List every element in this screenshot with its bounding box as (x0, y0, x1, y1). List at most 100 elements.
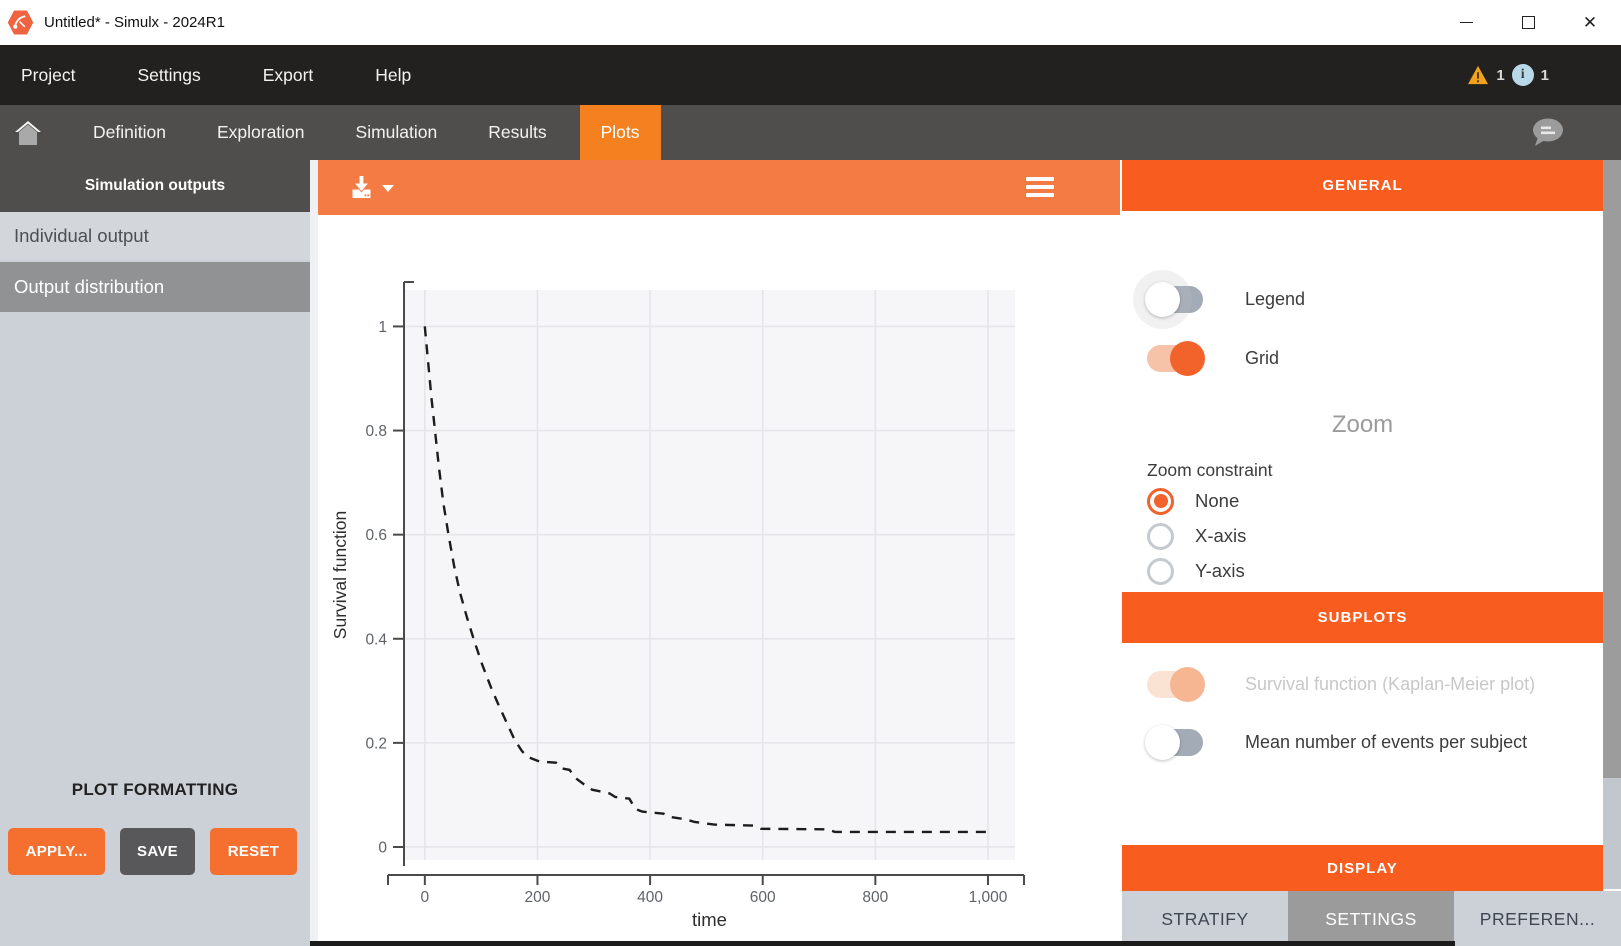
legend-toggle[interactable] (1147, 286, 1203, 313)
notification-badges: 1 i 1 (1467, 45, 1549, 105)
mean-events-toggle[interactable] (1147, 729, 1203, 756)
menu-export[interactable]: Export (263, 65, 314, 86)
grid-toggle-label: Grid (1245, 348, 1279, 369)
legend-toggle-row: Legend (1147, 286, 1305, 313)
tab-results[interactable]: Results (467, 105, 567, 160)
mean-events-toggle-label: Mean number of events per subject (1245, 732, 1527, 753)
plot-panel: 0 0.2 0.4 0.6 0.8 1 0 200 400 600 800 1,000 time Surv… (318, 160, 1120, 946)
svg-text:time: time (692, 909, 727, 930)
radio-none-label: None (1195, 490, 1239, 512)
menu-settings[interactable]: Settings (137, 65, 200, 86)
kaplan-meier-toggle-knob (1170, 667, 1205, 702)
zoom-constraint-option-none[interactable]: None (1147, 487, 1239, 515)
maximize-button[interactable] (1497, 0, 1559, 45)
svg-text:800: 800 (862, 889, 888, 906)
close-button[interactable]: ✕ (1559, 0, 1621, 45)
svg-text:600: 600 (750, 889, 776, 906)
simulx-window: Untitled* - Simulx - 2024R1 ✕ Project Se… (0, 0, 1621, 946)
settings-panel: GENERAL Legend Grid Zoom Zoom constraint… (1122, 160, 1621, 946)
radio-selected-icon[interactable] (1147, 488, 1174, 515)
minimize-button[interactable] (1435, 0, 1497, 45)
chart-area: 0 0.2 0.4 0.6 0.8 1 0 200 400 600 800 1,000 time Surv… (318, 215, 1120, 946)
svg-text:Survival function: Survival function (330, 511, 350, 639)
zoom-constraint-option-y-axis[interactable]: Y-axis (1147, 557, 1245, 585)
legend-toggle-knob (1145, 282, 1180, 317)
window-bottom-edge (310, 941, 1455, 946)
main-content: Simulation outputs Individual output Out… (0, 160, 1621, 946)
window-title: Untitled* - Simulx - 2024R1 (44, 14, 225, 31)
general-section-header[interactable]: GENERAL (1122, 160, 1603, 211)
info-icon[interactable]: i (1512, 64, 1534, 86)
radio-unselected-icon[interactable] (1147, 558, 1174, 585)
mean-events-toggle-row: Mean number of events per subject (1147, 729, 1527, 756)
save-button[interactable]: SAVE (120, 828, 195, 875)
legend-toggle-label: Legend (1245, 289, 1305, 310)
title-bar: Untitled* - Simulx - 2024R1 ✕ (0, 0, 1621, 45)
mean-events-toggle-knob (1145, 725, 1180, 760)
svg-text:1: 1 (378, 319, 387, 336)
radio-y-axis-label: Y-axis (1195, 560, 1245, 582)
zoom-section-title: Zoom (1122, 411, 1603, 439)
tab-definition[interactable]: Definition (72, 105, 187, 160)
menu-bar: Project Settings Export Help 1 i 1 (0, 45, 1621, 105)
close-icon: ✕ (1583, 14, 1597, 31)
svg-text:0.6: 0.6 (365, 527, 387, 544)
subplots-section-header[interactable]: SUBPLOTS (1122, 592, 1603, 643)
sidebar-item-individual-output[interactable]: Individual output (0, 212, 310, 260)
survival-chart[interactable]: 0 0.2 0.4 0.6 0.8 1 0 200 400 600 800 1,000 time Surv… (318, 215, 1120, 946)
zoom-constraint-option-x-axis[interactable]: X-axis (1147, 522, 1246, 550)
svg-text:0: 0 (421, 889, 430, 906)
svg-text:400: 400 (637, 889, 663, 906)
home-icon (14, 120, 42, 146)
info-count: 1 (1541, 67, 1549, 84)
sidebar-header: Simulation outputs (0, 160, 310, 212)
warning-count: 1 (1496, 67, 1504, 84)
sidebar-item-output-distribution[interactable]: Output distribution (0, 262, 310, 312)
svg-text:1,000: 1,000 (969, 889, 1008, 906)
apply-button[interactable]: APPLY... (8, 828, 105, 875)
radio-unselected-icon[interactable] (1147, 523, 1174, 550)
zoom-constraint-label: Zoom constraint (1147, 460, 1272, 481)
kaplan-meier-toggle (1147, 671, 1203, 698)
plot-menu-button[interactable] (1026, 174, 1054, 200)
tab-exploration[interactable]: Exploration (196, 105, 326, 160)
panel-scrollbar[interactable] (1603, 160, 1621, 889)
panel-scrollbar-thumb[interactable] (1603, 160, 1621, 778)
svg-text:200: 200 (525, 889, 551, 906)
minimize-icon (1460, 22, 1473, 23)
menu-project[interactable]: Project (21, 65, 75, 86)
kaplan-meier-toggle-label: Survival function (Kaplan-Meier plot) (1245, 674, 1535, 695)
tab-simulation[interactable]: Simulation (335, 105, 459, 160)
home-button[interactable] (13, 105, 43, 160)
tab-plots[interactable]: Plots (580, 105, 661, 160)
warning-icon[interactable] (1467, 65, 1489, 85)
reset-button[interactable]: RESET (210, 828, 297, 875)
plot-formatting-buttons: APPLY... SAVE RESET (8, 828, 297, 875)
grid-toggle[interactable] (1147, 345, 1203, 372)
display-section-header[interactable]: DISPLAY (1122, 845, 1603, 891)
chevron-down-icon (382, 185, 394, 192)
tab-preferences[interactable]: PREFEREN... (1454, 891, 1621, 946)
grid-toggle-row: Grid (1147, 345, 1279, 372)
speech-bubble-icon (1529, 117, 1565, 149)
subplots-section-body: Survival function (Kaplan-Meier plot) Me… (1122, 643, 1603, 845)
tab-stratify[interactable]: STRATIFY (1122, 891, 1288, 946)
simulx-logo-icon (7, 9, 34, 36)
feedback-button[interactable] (1529, 105, 1565, 160)
svg-text:0.2: 0.2 (365, 735, 387, 752)
sidebar: Simulation outputs Individual output Out… (0, 160, 310, 946)
menu-help[interactable]: Help (375, 65, 411, 86)
radio-x-axis-label: X-axis (1195, 525, 1246, 547)
main-tab-bar: Definition Exploration Simulation Result… (0, 105, 1621, 160)
svg-text:0.4: 0.4 (365, 631, 387, 648)
svg-text:0.8: 0.8 (365, 423, 387, 440)
panel-bottom-tabs: STRATIFY SETTINGS PREFEREN... (1122, 891, 1621, 946)
download-button[interactable] (348, 168, 404, 207)
plot-toolbar (318, 160, 1120, 215)
tab-settings[interactable]: SETTINGS (1288, 891, 1454, 946)
general-section-body: Legend Grid Zoom Zoom constraint None X-… (1122, 211, 1603, 592)
km-toggle-row: Survival function (Kaplan-Meier plot) (1147, 671, 1535, 698)
maximize-icon (1522, 16, 1535, 29)
window-controls: ✕ (1435, 0, 1621, 45)
svg-text:0: 0 (378, 839, 387, 856)
